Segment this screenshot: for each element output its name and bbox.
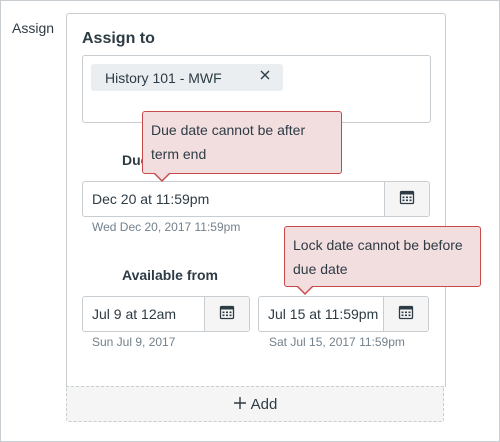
due-date-hint: Wed Dec 20, 2017 11:59pm (92, 220, 241, 234)
due-date-value[interactable]: Dec 20 at 11:59pm (83, 182, 384, 216)
add-assignment-button[interactable]: Add (66, 386, 444, 422)
tooltip-arrow (153, 172, 171, 182)
plus-icon (233, 394, 247, 414)
until-date-value[interactable]: Jul 15 at 11:59pm (259, 297, 383, 331)
available-from-hint: Sun Jul 9, 2017 (92, 335, 176, 349)
close-icon[interactable] (259, 68, 271, 86)
calendar-icon (398, 304, 414, 325)
available-from-calendar-button[interactable] (204, 297, 249, 331)
assign-row-label: Assign (12, 20, 55, 36)
assignee-token: History 101 - MWF (91, 64, 283, 91)
available-from-label: Available from (122, 267, 218, 283)
until-calendar-button[interactable] (383, 297, 428, 331)
add-button-label: Add (250, 395, 278, 413)
until-date-hint: Sat Jul 15, 2017 11:59pm (269, 335, 405, 349)
due-date-error-tooltip: Due date cannot be after term end (142, 111, 342, 182)
due-calendar-button[interactable] (384, 182, 429, 216)
due-date-field[interactable]: Dec 20 at 11:59pm (82, 181, 430, 217)
lock-date-error-text: Lock date cannot be before due date (293, 237, 463, 277)
calendar-icon (219, 304, 235, 325)
available-from-value[interactable]: Jul 9 at 12am (83, 297, 204, 331)
due-date-error-text: Due date cannot be after term end (151, 122, 306, 162)
calendar-icon (399, 189, 415, 210)
lock-date-error-tooltip: Lock date cannot be before due date (284, 226, 481, 295)
assignee-token-label: History 101 - MWF (105, 69, 222, 86)
available-from-field[interactable]: Jul 9 at 12am (82, 296, 250, 332)
tooltip-arrow (296, 285, 314, 295)
until-date-field[interactable]: Jul 15 at 11:59pm (258, 296, 429, 332)
assign-to-heading: Assign to (82, 30, 155, 47)
